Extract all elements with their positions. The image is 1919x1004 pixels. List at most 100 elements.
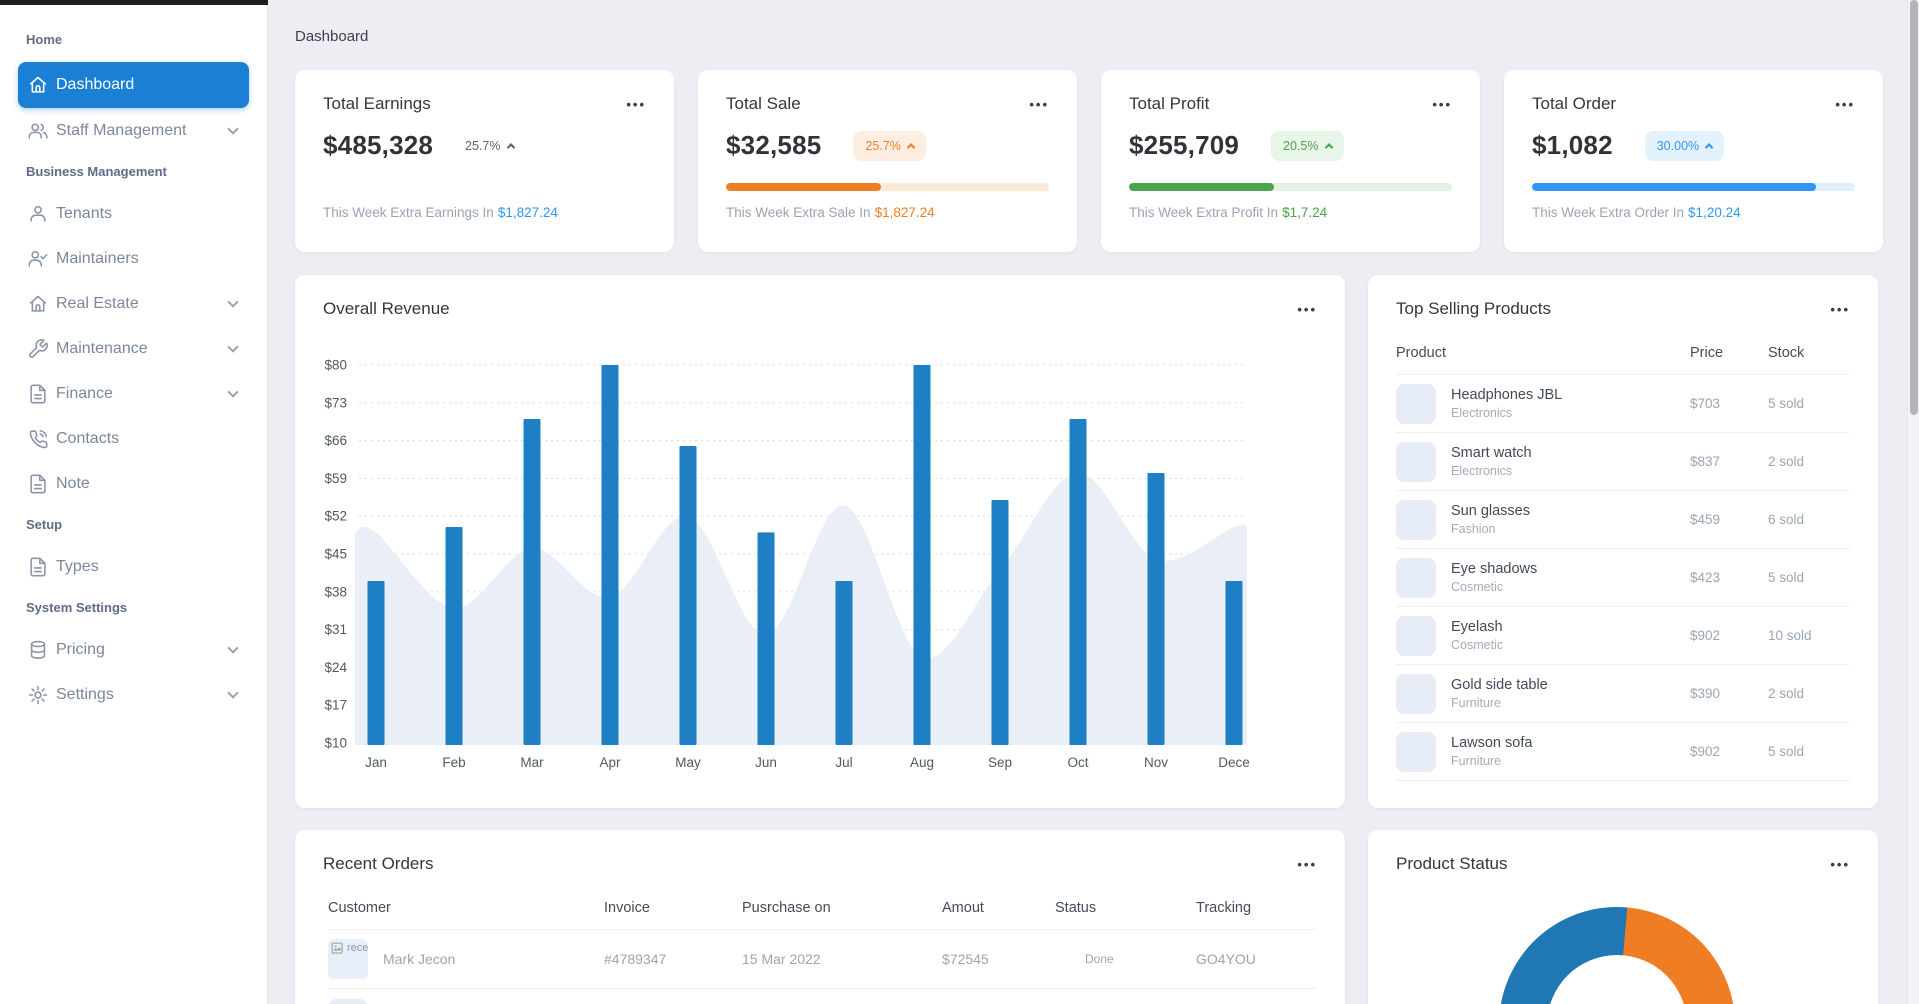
order-invoice: #4789347 bbox=[604, 951, 667, 967]
sidebar-item-settings[interactable]: Settings bbox=[0, 672, 267, 717]
product-row: Eye shadows Cosmetic $423 5 sold bbox=[1396, 549, 1850, 607]
user-icon bbox=[27, 203, 49, 225]
recent-orders-card: Recent Orders ••• Customer Invoice Pusrc… bbox=[295, 830, 1345, 1004]
chevron-up-icon bbox=[1704, 142, 1714, 152]
sidebar-item-real-estate[interactable]: Real Estate bbox=[0, 281, 267, 326]
order-row: rece Mark Jecon #4789347 15 Mar 2022 $72… bbox=[328, 930, 1317, 989]
product-name: Sun glasses bbox=[1451, 503, 1530, 519]
stat-value: $1,082 bbox=[1532, 130, 1613, 160]
sidebar-item-label: Maintainers bbox=[56, 249, 139, 267]
card-title: Total Sale bbox=[726, 94, 801, 113]
stat-footer: This Week Extra Earnings In $1,827.24 bbox=[323, 205, 558, 220]
users-icon bbox=[27, 120, 49, 142]
svg-text:$45: $45 bbox=[324, 547, 347, 562]
svg-text:Aug: Aug bbox=[910, 755, 934, 770]
sidebar-item-maintenance[interactable]: Maintenance bbox=[0, 326, 267, 371]
stat-footer: This Week Extra Order In $1,20.24 bbox=[1532, 205, 1741, 220]
svg-text:$73: $73 bbox=[324, 395, 347, 410]
gear-icon bbox=[27, 684, 49, 706]
chevron-down-icon bbox=[227, 686, 239, 699]
svg-text:Apr: Apr bbox=[599, 755, 621, 770]
svg-text:Sep: Sep bbox=[988, 755, 1012, 770]
svg-text:$38: $38 bbox=[324, 584, 347, 599]
product-category: Electronics bbox=[1451, 406, 1513, 420]
customer-name: Mark Jecon bbox=[383, 951, 456, 967]
product-category: Electronics bbox=[1451, 464, 1513, 478]
total-sale-card: Total Sale ••• $32,585 25.7% This Week E… bbox=[698, 70, 1077, 252]
product-category: Furniture bbox=[1451, 696, 1502, 710]
product-category: Fashion bbox=[1451, 522, 1496, 536]
sidebar-item-types[interactable]: Types bbox=[0, 544, 267, 589]
sidebar-item-maintainers[interactable]: Maintainers bbox=[0, 236, 267, 281]
chevron-up-icon bbox=[506, 142, 515, 152]
sidebar-item-label: Types bbox=[56, 557, 99, 575]
product-row: Eyelash Cosmetic $902 10 sold bbox=[1396, 607, 1850, 665]
more-options-icon[interactable]: ••• bbox=[1830, 854, 1850, 871]
products-table-header: Product Price Stock bbox=[1396, 319, 1850, 375]
more-options-icon[interactable]: ••• bbox=[1297, 854, 1317, 871]
svg-text:$59: $59 bbox=[324, 471, 347, 486]
product-name: Eye shadows bbox=[1451, 561, 1538, 577]
card-title: Total Order bbox=[1532, 94, 1617, 113]
footer-amount: $1,827.24 bbox=[874, 205, 935, 220]
order-row-partial bbox=[328, 999, 1345, 1004]
more-options-icon[interactable]: ••• bbox=[626, 94, 646, 111]
window-top-strip bbox=[0, 0, 268, 5]
total-earnings-card: Total Earnings ••• $485,328 25.7% This W… bbox=[295, 70, 674, 252]
sidebar-item-finance[interactable]: Finance bbox=[0, 371, 267, 416]
product-status-card: Product Status ••• bbox=[1368, 830, 1878, 1004]
product-row: Headphones JBL Electronics $703 5 sold bbox=[1396, 375, 1850, 433]
footer-amount: $1,20.24 bbox=[1688, 205, 1741, 220]
product-stock: 5 sold bbox=[1768, 570, 1805, 585]
svg-text:$10: $10 bbox=[324, 736, 347, 751]
product-price: $459 bbox=[1690, 512, 1721, 527]
svg-text:Feb: Feb bbox=[442, 755, 465, 770]
svg-text:Nov: Nov bbox=[1144, 755, 1168, 770]
chevron-down-icon bbox=[227, 340, 239, 353]
sidebar-item-label: Contacts bbox=[56, 429, 120, 447]
svg-text:May: May bbox=[675, 755, 701, 770]
progress-bar bbox=[1129, 183, 1452, 191]
sidebar-item-pricing[interactable]: Pricing bbox=[0, 627, 267, 672]
product-image-placeholder bbox=[1396, 441, 1436, 482]
page-title: Dashboard bbox=[295, 28, 369, 45]
sidebar-item-contacts[interactable]: Contacts bbox=[0, 416, 267, 461]
svg-text:Oct: Oct bbox=[1067, 755, 1088, 770]
chevron-down-icon bbox=[227, 641, 239, 654]
more-options-icon[interactable]: ••• bbox=[1029, 94, 1049, 111]
more-options-icon[interactable]: ••• bbox=[1432, 94, 1452, 111]
home-icon bbox=[27, 293, 49, 315]
svg-text:$17: $17 bbox=[324, 698, 347, 713]
sidebar-item-label: Dashboard bbox=[56, 76, 135, 93]
order-purchase-date: 15 Mar 2022 bbox=[742, 951, 821, 967]
svg-text:Jan: Jan bbox=[365, 755, 387, 770]
avatar-placeholder bbox=[328, 999, 368, 1004]
sidebar-section-business: Business Management bbox=[26, 164, 167, 179]
product-status-donut-chart bbox=[1499, 907, 1735, 1004]
change-badge: 20.5% bbox=[1271, 130, 1344, 161]
product-stock: 5 sold bbox=[1768, 744, 1805, 759]
more-options-icon[interactable]: ••• bbox=[1830, 299, 1850, 316]
change-badge: 25.7% bbox=[465, 139, 515, 153]
sidebar-item-staff-management[interactable]: Staff Management bbox=[0, 108, 267, 153]
scrollbar-thumb[interactable] bbox=[1910, 0, 1918, 415]
product-name: Gold side table bbox=[1451, 677, 1548, 693]
card-title: Total Profit bbox=[1129, 94, 1210, 113]
sidebar-item-tenants[interactable]: Tenants bbox=[0, 191, 267, 236]
sidebar: Home Dashboard Staff Management Business… bbox=[0, 0, 268, 1004]
sidebar-item-note[interactable]: Note bbox=[0, 461, 267, 506]
change-badge: 25.7% bbox=[853, 130, 926, 161]
stat-value: $255,709 bbox=[1129, 130, 1240, 160]
product-stock: 6 sold bbox=[1768, 512, 1805, 527]
wrench-icon bbox=[27, 338, 49, 360]
product-row: Smart watch Electronics $837 2 sold bbox=[1396, 433, 1850, 491]
sidebar-item-label: Finance bbox=[56, 384, 113, 402]
chevron-down-icon bbox=[227, 295, 239, 308]
chevron-up-icon bbox=[1324, 142, 1333, 152]
sidebar-item-label: Pricing bbox=[56, 640, 105, 658]
stat-value: $485,328 bbox=[323, 130, 434, 160]
sidebar-item-label: Tenants bbox=[56, 204, 113, 222]
sidebar-item-dashboard[interactable]: Dashboard bbox=[18, 62, 249, 108]
product-name: Smart watch bbox=[1451, 445, 1532, 461]
more-options-icon[interactable]: ••• bbox=[1835, 94, 1855, 111]
